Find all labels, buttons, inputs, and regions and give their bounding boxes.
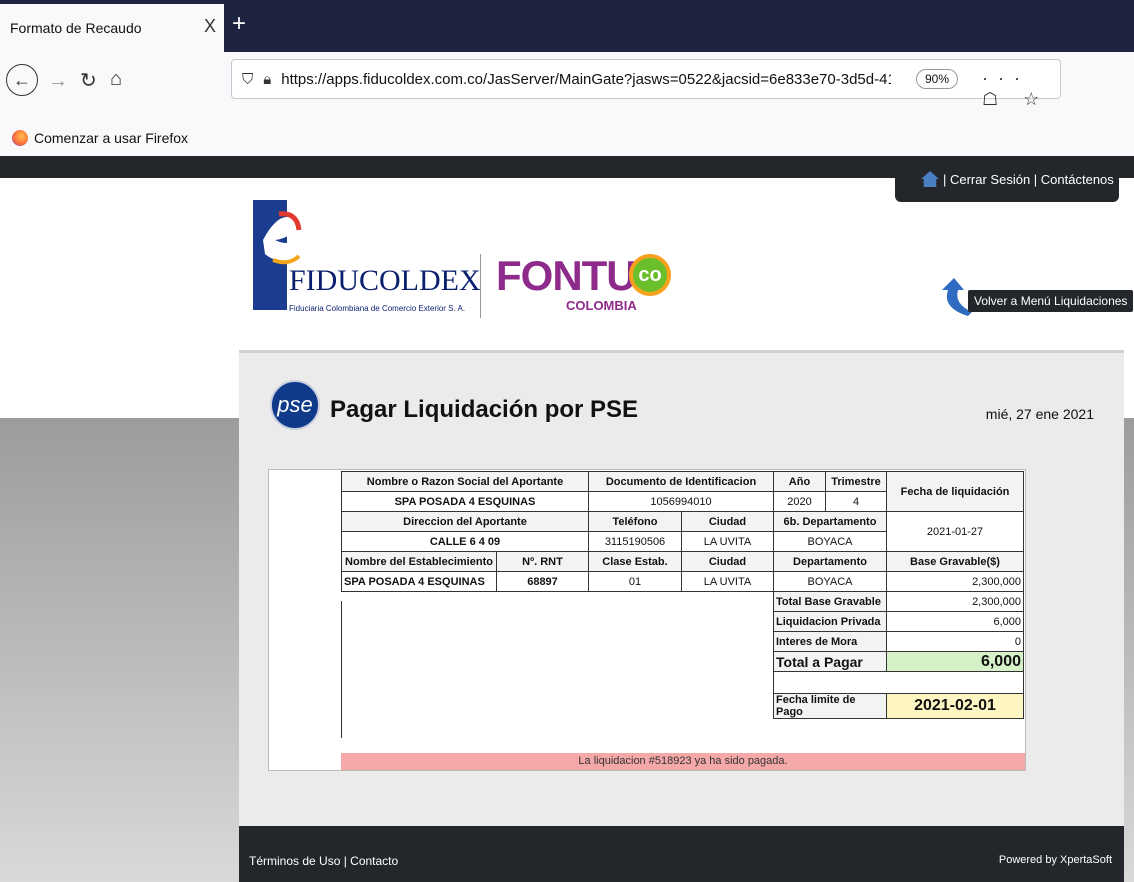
label-total-base: Total Base Gravable xyxy=(773,591,887,612)
value-ciudad-2: LA UVITA xyxy=(681,571,774,592)
home-icon[interactable] xyxy=(921,171,939,187)
value-fecha-liq: 2021-01-27 xyxy=(886,511,1024,552)
page-title: Pagar Liquidación por PSE xyxy=(330,396,639,423)
label-liq-privada: Liquidacion Privada xyxy=(773,611,887,632)
header-anio: Año xyxy=(773,471,826,492)
header-fecha-liq: Fecha de liquidación xyxy=(886,471,1024,512)
fiducoldex-name: FIDUCOLDEX xyxy=(289,264,481,297)
header-rnt: Nº. RNT xyxy=(496,551,589,572)
fiducoldex-logo: FIDUCOLDEX Fiduciaria Colombiana de Come… xyxy=(253,200,483,318)
browser-tab-bar: Formato de Recaudo X + xyxy=(0,0,1134,52)
forward-button[interactable]: → xyxy=(48,70,68,93)
label-interes: Interes de Mora xyxy=(773,631,887,652)
header-ciudad-2: Ciudad xyxy=(681,551,774,572)
back-button[interactable]: ← xyxy=(6,64,38,96)
fontur-country: COLOMBIA xyxy=(566,298,637,313)
value-establecimiento: SPA POSADA 4 ESQUINAS xyxy=(341,571,497,592)
value-nombre: SPA POSADA 4 ESQUINAS xyxy=(341,491,589,512)
browser-nav-bar: ← → ↻ ⌂ ⛉ 🔒︎ https://apps.fiducoldex.com… xyxy=(0,52,1134,120)
top-menu: | Cerrar Sesión | Contáctenos xyxy=(895,156,1119,202)
fontur-co-badge: co xyxy=(629,254,671,296)
value-anio: 2020 xyxy=(773,491,826,512)
spacer-row xyxy=(773,671,1024,694)
footer: Términos de Uso | Contacto Powered by Xp… xyxy=(239,826,1124,882)
value-telefono: 3115190506 xyxy=(588,531,682,552)
header-departamento: Departamento xyxy=(773,551,887,572)
header-establecimiento: Nombre del Establecimiento xyxy=(341,551,497,572)
form-left-border xyxy=(341,601,774,738)
header-documento: Documento de Identificacion xyxy=(588,471,774,492)
value-clase: 01 xyxy=(588,571,682,592)
header-direccion: Direccion del Aportante xyxy=(341,511,589,532)
reload-button[interactable]: ↻ xyxy=(80,68,97,93)
pse-logo: pse xyxy=(270,380,320,430)
value-documento: 1056994010 xyxy=(588,491,774,512)
value-depto: BOYACA xyxy=(773,531,887,552)
bookmarks-toolbar: Comenzar a usar Firefox xyxy=(0,120,1134,156)
browser-tab[interactable]: Formato de Recaudo X xyxy=(0,4,224,52)
value-rnt: 68897 xyxy=(496,571,589,592)
header-trimestre: Trimestre xyxy=(825,471,887,492)
shield-icon[interactable]: ⛉ xyxy=(242,71,253,88)
header-base: Base Gravable($) xyxy=(886,551,1024,572)
value-trimestre: 4 xyxy=(825,491,887,512)
fiducoldex-subtitle: Fiduciaria Colombiana de Comercio Exteri… xyxy=(289,304,466,313)
label-limite: Fecha limite de Pago xyxy=(773,693,887,719)
zoom-indicator[interactable]: 90% xyxy=(916,69,959,89)
tab-close-icon[interactable]: X xyxy=(204,16,216,37)
header-telefono: Teléfono xyxy=(588,511,682,532)
new-tab-button[interactable]: + xyxy=(232,12,246,36)
value-total-base: 2,300,000 xyxy=(886,591,1024,612)
paid-notice: La liquidacion #518923 ya ha sido pagada… xyxy=(341,753,1025,770)
logo-separator xyxy=(480,254,481,318)
tab-title: Formato de Recaudo xyxy=(10,20,142,36)
value-limite: 2021-02-01 xyxy=(886,693,1024,719)
footer-powered-by: Powered by XpertaSoft xyxy=(998,854,1112,866)
header-nombre: Nombre o Razon Social del Aportante xyxy=(341,471,589,492)
lock-icon[interactable]: 🔒︎ xyxy=(263,71,271,88)
value-departamento: BOYACA xyxy=(773,571,887,592)
label-total: Total a Pagar xyxy=(773,651,887,672)
url-text[interactable]: https://apps.fiducoldex.com.co/JasServer… xyxy=(281,71,891,88)
address-bar[interactable]: ⛉ 🔒︎ https://apps.fiducoldex.com.co/JasS… xyxy=(231,59,1061,109)
header-ciudad: Ciudad xyxy=(681,511,774,532)
header-clase: Clase Estab. xyxy=(588,551,682,572)
header-depto-6b: 6b. Departamento xyxy=(773,511,887,532)
current-date: mié, 27 ene 2021 xyxy=(985,406,1094,422)
volver-label[interactable]: Volver a Menú Liquidaciones xyxy=(968,290,1134,312)
footer-links[interactable]: Términos de Uso | Contacto xyxy=(249,854,398,868)
value-total: 6,000 xyxy=(886,651,1024,672)
value-base: 2,300,000 xyxy=(886,571,1024,592)
bookmark-item[interactable]: Comenzar a usar Firefox xyxy=(34,130,188,146)
home-button[interactable]: ⌂ xyxy=(110,68,122,91)
firefox-icon xyxy=(12,130,28,146)
value-direccion: CALLE 6 4 09 xyxy=(341,531,589,552)
value-liq-privada: 6,000 xyxy=(886,611,1024,632)
value-interes: 0 xyxy=(886,631,1024,652)
value-ciudad: LA UVITA xyxy=(681,531,774,552)
top-menu-links[interactable]: | Cerrar Sesión | Contáctenos xyxy=(943,172,1114,187)
page-actions-icons[interactable]: ··· ☖ ☆ xyxy=(982,68,1060,110)
